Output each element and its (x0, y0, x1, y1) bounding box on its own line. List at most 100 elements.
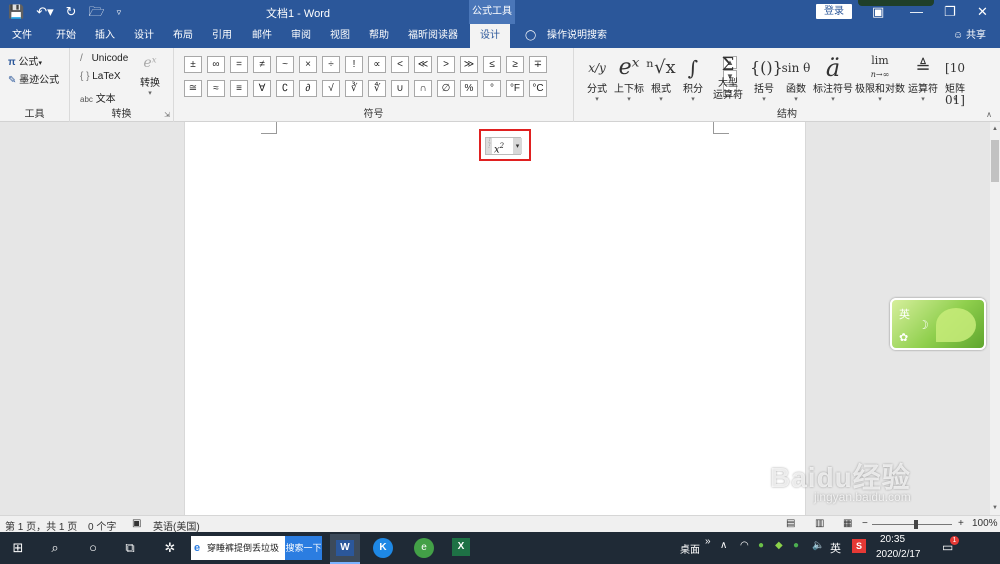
clock-date[interactable]: 2020/2/17 (876, 549, 921, 560)
tab-view[interactable]: 视图 (330, 24, 350, 48)
symbol-row2-15[interactable]: °C (529, 80, 547, 97)
print-layout-icon[interactable]: ▥ (815, 518, 824, 529)
clock-time[interactable]: 20:35 (880, 534, 905, 545)
radical-button[interactable]: ⁿ√x 根式 ▾ (646, 52, 676, 104)
undo-icon[interactable]: ↶▾ (36, 3, 53, 21)
scrollbar-thumb[interactable] (991, 140, 999, 182)
tab-home[interactable]: 开始 (56, 24, 76, 48)
ribbon-display-options-icon[interactable]: ▣ (872, 3, 884, 21)
dialog-launcher-icon[interactable]: ⇲ (164, 111, 170, 119)
symbol-row1-8[interactable]: ∝ (368, 56, 386, 73)
symbol-row1-10[interactable]: ≪ (414, 56, 432, 73)
tray-app-icon-3[interactable]: ● (793, 540, 799, 551)
symbol-row1-9[interactable]: < (391, 56, 409, 73)
tab-insert[interactable]: 插入 (95, 24, 115, 48)
symbol-row1-2[interactable]: = (230, 56, 248, 73)
search-icon[interactable]: ⌕ (45, 532, 65, 564)
symbol-row1-7[interactable]: ! (345, 56, 363, 73)
tell-me-search[interactable]: ◯ 操作说明搜索 (525, 24, 607, 48)
volume-icon[interactable]: 🔈 (812, 540, 824, 551)
document-page[interactable]: ⋮ ⋮ x2 ▾ (184, 122, 806, 515)
symbol-row1-12[interactable]: ≫ (460, 56, 478, 73)
symbol-row2-2[interactable]: ≡ (230, 80, 248, 97)
symbol-row2-6[interactable]: √ (322, 80, 340, 97)
close-icon[interactable]: ✕ (977, 3, 988, 21)
tab-review[interactable]: 审阅 (291, 24, 311, 48)
tab-equation-design[interactable]: 设计 (470, 24, 510, 48)
page-count[interactable]: 第 1 页，共 1 页 (5, 518, 77, 533)
integral-button[interactable]: ∫ 积分 ▾ (678, 52, 708, 104)
tab-file[interactable]: 文件 (12, 24, 32, 48)
unicode-option[interactable]: / Unicode (80, 53, 128, 64)
symbol-row2-13[interactable]: ° (483, 80, 501, 97)
kugou-icon[interactable]: K (373, 538, 393, 558)
language-indicator[interactable]: 英语(美国) (153, 518, 200, 533)
minimize-icon[interactable]: — (910, 3, 923, 21)
symbol-row2-7[interactable]: ∛ (345, 80, 363, 97)
vertical-scrollbar[interactable]: ▲ ▼ (990, 122, 1000, 515)
symbol-row2-1[interactable]: ≈ (207, 80, 225, 97)
symbol-row2-14[interactable]: °F (506, 80, 524, 97)
desktop-toolbar-label[interactable]: 桌面 (680, 541, 700, 556)
toolbar-expand-icon[interactable]: » (705, 536, 711, 547)
taskbar-search-button[interactable]: 搜索一下 (285, 536, 322, 560)
tab-layout[interactable]: 布局 (173, 24, 193, 48)
browser-360-icon[interactable]: e (414, 538, 434, 558)
tray-app-icon-2[interactable]: ◆ (775, 540, 783, 551)
open-folder-icon[interactable]: 🗁 (89, 3, 105, 21)
equation-options-dropdown[interactable]: ▾ (513, 138, 522, 154)
excel-icon[interactable]: X (452, 538, 470, 556)
symbol-row2-9[interactable]: ∪ (391, 80, 409, 97)
equation-drag-handle[interactable]: ⋮ ⋮ (486, 138, 492, 154)
tab-design[interactable]: 设计 (134, 24, 154, 48)
tray-ime-language[interactable]: 英 (830, 540, 841, 556)
tab-references[interactable]: 引用 (212, 24, 232, 48)
customize-qat-icon[interactable]: ▿ (117, 3, 122, 21)
save-icon[interactable]: 💾 (8, 3, 24, 21)
accent-button[interactable]: ä 标注符号 ▾ (812, 52, 854, 104)
equation-button[interactable]: π 公式▾ (8, 53, 42, 68)
large-operator-button[interactable]: Σ 大型 运算符 (708, 52, 748, 102)
web-layout-icon[interactable]: ▦ (843, 518, 852, 529)
symbol-row2-4[interactable]: ∁ (276, 80, 294, 97)
symbol-row1-14[interactable]: ≥ (506, 56, 524, 73)
function-button[interactable]: sin θ 函数 ▾ (780, 52, 812, 104)
taskbar-search-input[interactable]: e 穿睡裤提倒丢垃圾 (191, 536, 285, 560)
collapse-ribbon-icon[interactable]: ∧ (986, 110, 992, 119)
symbol-row2-11[interactable]: ∅ (437, 80, 455, 97)
word-count[interactable]: 0 个字 (88, 518, 116, 533)
symbol-row2-12[interactable]: % (460, 80, 478, 97)
symbol-row1-1[interactable]: ∞ (207, 56, 225, 73)
pinwheel-app-icon[interactable]: ✲ (158, 532, 182, 564)
symbol-row2-8[interactable]: ∜ (368, 80, 386, 97)
tray-app-icon-1[interactable]: ● (758, 540, 764, 551)
sogou-ime-icon[interactable]: S (852, 539, 866, 553)
text-option[interactable]: abc 文本 (80, 90, 116, 105)
latex-option[interactable]: { } LaTeX (80, 71, 121, 82)
operator-button[interactable]: ≜ 运算符 ▾ (906, 52, 940, 104)
network-icon[interactable]: ◠ (740, 540, 749, 551)
task-view-icon[interactable]: ⧉ (120, 532, 140, 564)
tab-help[interactable]: 帮助 (369, 24, 389, 48)
symbol-row1-0[interactable]: ± (184, 56, 202, 73)
symbol-row1-4[interactable]: ~ (276, 56, 294, 73)
zoom-level[interactable]: 100% (972, 518, 998, 529)
scroll-up-icon[interactable]: ▲ (990, 124, 1000, 134)
redo-icon[interactable]: ↻ (66, 3, 77, 21)
login-button[interactable]: 登录 (816, 4, 852, 19)
gear-icon[interactable]: ✿ (899, 331, 908, 344)
windows-start-icon[interactable]: ⊞ (8, 532, 28, 564)
convert-button[interactable]: eˣ 转换 ▾ (140, 52, 160, 97)
read-mode-icon[interactable]: ▤ (786, 518, 795, 529)
scroll-down-icon[interactable]: ▼ (990, 503, 1000, 513)
symbol-row1-5[interactable]: × (299, 56, 317, 73)
taskbar-word-app[interactable]: W (330, 534, 360, 564)
bracket-button[interactable]: {()} 括号 ▾ (750, 52, 783, 104)
ink-equation-button[interactable]: ✎ 墨迹公式 (8, 71, 59, 86)
symbol-row1-15[interactable]: ∓ (529, 56, 547, 73)
matrix-button[interactable]: [10 01] 矩阵 ▾ (940, 52, 970, 107)
tray-expand-icon[interactable]: ∧ (720, 540, 727, 551)
equation-placeholder[interactable]: ⋮ ⋮ x2 ▾ (485, 137, 522, 155)
script-button[interactable]: eˣ 上下标 ▾ (612, 52, 646, 104)
ime-floating-widget[interactable]: 英 ☽ ✿ (890, 298, 986, 350)
